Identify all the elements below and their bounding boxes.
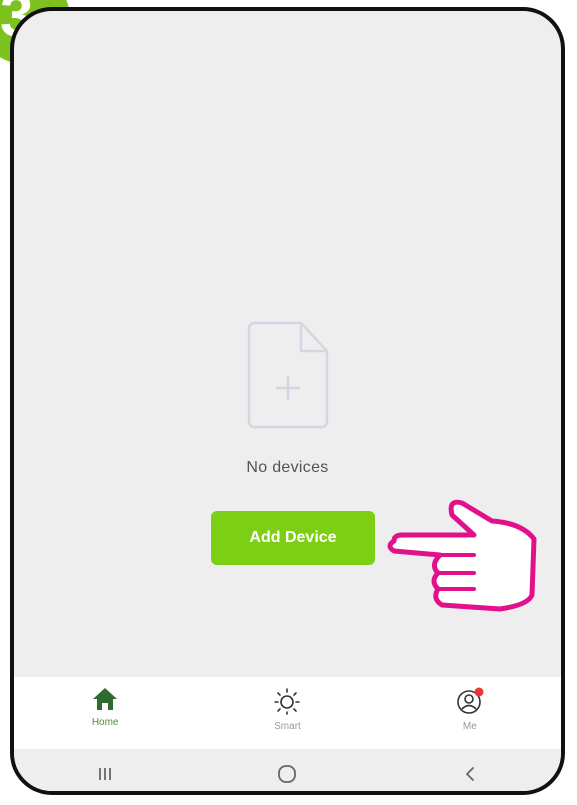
home-icon: [93, 688, 118, 710]
home-nav-button[interactable]: [257, 754, 317, 791]
empty-state: No devices: [14, 321, 561, 477]
system-nav-bar: [14, 749, 561, 791]
pointing-hand-icon: [387, 499, 537, 612]
back-icon: [465, 767, 474, 781]
add-document-icon: [247, 321, 328, 429]
no-devices-text: No devices: [246, 459, 329, 476]
notification-dot: [474, 687, 484, 697]
tab-me-label: Me: [462, 721, 477, 732]
sun-icon: [274, 688, 301, 715]
tab-me[interactable]: Me: [410, 677, 530, 732]
recents-icon: [99, 768, 112, 780]
bottom-tab-bar: Home Smart Me: [14, 677, 561, 749]
tab-home[interactable]: Home: [45, 677, 165, 728]
add-device-button[interactable]: Add Device: [211, 511, 375, 565]
profile-icon: [457, 687, 484, 714]
tab-home-label: Home: [91, 717, 119, 728]
recents-button[interactable]: [75, 754, 135, 791]
home-circle-icon: [278, 765, 297, 783]
tab-smart-label: Smart: [274, 721, 301, 732]
tab-smart[interactable]: Smart: [227, 677, 347, 732]
phone-screen: No devices Add Device Home Smart Me: [10, 7, 565, 795]
back-button[interactable]: [440, 754, 500, 791]
